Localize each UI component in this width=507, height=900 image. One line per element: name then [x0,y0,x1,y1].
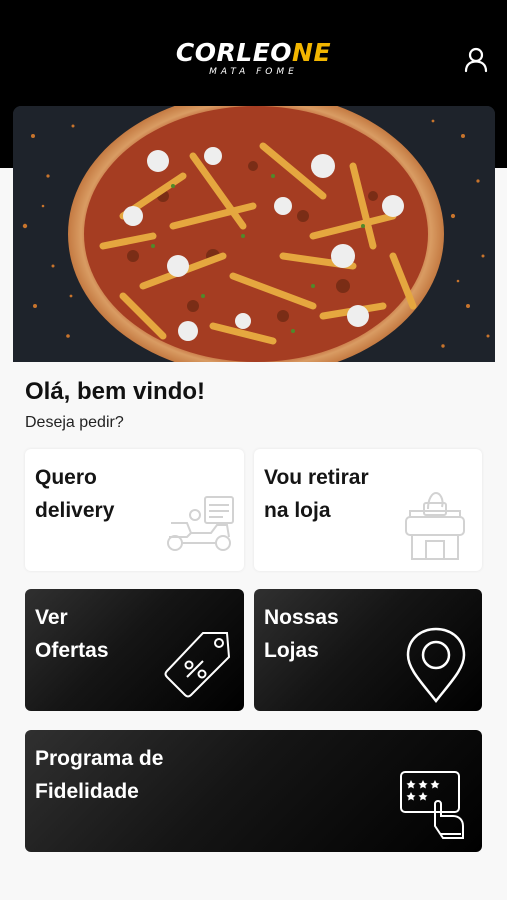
pickup-card[interactable]: Vou retirar na loja [254,449,482,571]
delivery-label: Quero delivery [35,466,115,522]
pizza-image [13,106,495,362]
loyalty-card[interactable]: Programa de Fidelidade [25,730,482,852]
stores-card[interactable]: Nossas Lojas [254,589,482,711]
welcome-subtitle: Deseja pedir? [25,414,124,431]
brand-logo[interactable]: CORLEONE MATA FOME [0,40,507,78]
discount-tag-icon [164,632,231,698]
map-pin-icon [406,627,466,704]
welcome-title: Olá, bem vindo! [25,378,206,405]
offers-label: Ver Ofertas [35,606,109,662]
loyalty-label: Programa de Fidelidade [35,747,164,803]
user-icon[interactable] [462,46,490,74]
loyalty-card-icon [400,771,464,839]
store-pickup-icon [405,491,465,560]
stores-label: Nossas Lojas [264,606,339,662]
delivery-card[interactable]: Quero delivery [25,449,244,571]
hero-banner [13,106,495,362]
delivery-scooter-icon [167,496,234,551]
logo-tagline: MATA FOME [209,67,298,77]
pickup-label: Vou retirar na loja [264,466,369,522]
logo-wordmark: CORLEONE [175,38,332,67]
offers-card[interactable]: Ver Ofertas [25,589,244,711]
